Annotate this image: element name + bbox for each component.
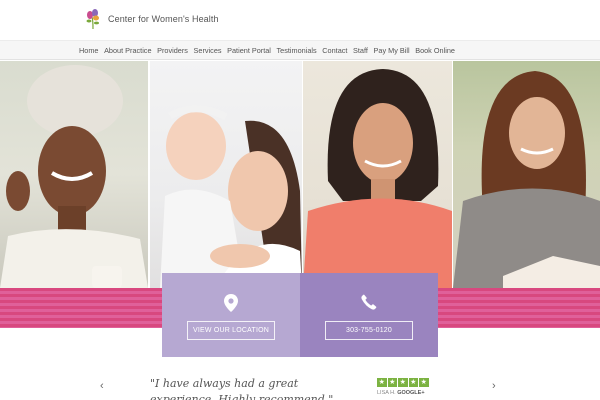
chevron-right-icon[interactable]: › (492, 380, 496, 392)
nav-item-pay-my-bill[interactable]: Pay My Bill (374, 46, 410, 55)
testimonial-quote: "I have always had a great experience. H… (150, 377, 334, 400)
main-nav: Home About Practice Providers Services P… (0, 40, 600, 60)
rating-stars: ★ ★ ★ ★ ★ (377, 378, 429, 387)
hero-photo-strip (0, 61, 600, 288)
nav-item-home[interactable]: Home (79, 46, 98, 55)
star-icon: ★ (419, 378, 429, 387)
nav-item-patient-portal[interactable]: Patient Portal (227, 46, 271, 55)
star-icon: ★ (387, 378, 397, 387)
flower-logo-icon[interactable] (84, 8, 102, 30)
hero-photo-young-woman-reading (453, 61, 600, 288)
nav-item-providers[interactable]: Providers (157, 46, 188, 55)
hero-photo-woman-coral-top (303, 61, 452, 288)
hero-photo-mother-baby (150, 61, 302, 288)
nav-item-contact[interactable]: Contact (322, 46, 347, 55)
star-icon: ★ (377, 378, 387, 387)
star-icon: ★ (408, 378, 418, 387)
testimonial-slider: ‹ "I have always had a great experience.… (0, 357, 600, 400)
location-card: VIEW OUR LOCATION (162, 273, 300, 357)
view-location-button[interactable]: VIEW OUR LOCATION (187, 321, 275, 340)
review-source: GOOGLE+ (397, 390, 425, 396)
nav-item-about-practice[interactable]: About Practice (104, 46, 151, 55)
phone-icon (361, 294, 377, 310)
nav-item-book-online[interactable]: Book Online (415, 46, 455, 55)
call-phone-button[interactable]: 303-755-0120 (325, 321, 413, 340)
chevron-left-icon[interactable]: ‹ (100, 380, 104, 392)
reviewer-name: LISA H. (377, 390, 396, 396)
nav-item-staff[interactable]: Staff (353, 46, 368, 55)
star-icon: ★ (398, 378, 408, 387)
nav-item-testimonials[interactable]: Testimonials (277, 46, 317, 55)
phone-card: 303-755-0120 (300, 273, 438, 357)
hero-photo-older-woman (0, 61, 148, 288)
map-pin-icon (224, 294, 238, 312)
brand-name[interactable]: Center for Women's Health (108, 14, 219, 24)
nav-item-services[interactable]: Services (194, 46, 222, 55)
review-attribution: LISA H. GOOGLE+ (377, 390, 425, 396)
site-header: Center for Women's Health (0, 0, 600, 40)
